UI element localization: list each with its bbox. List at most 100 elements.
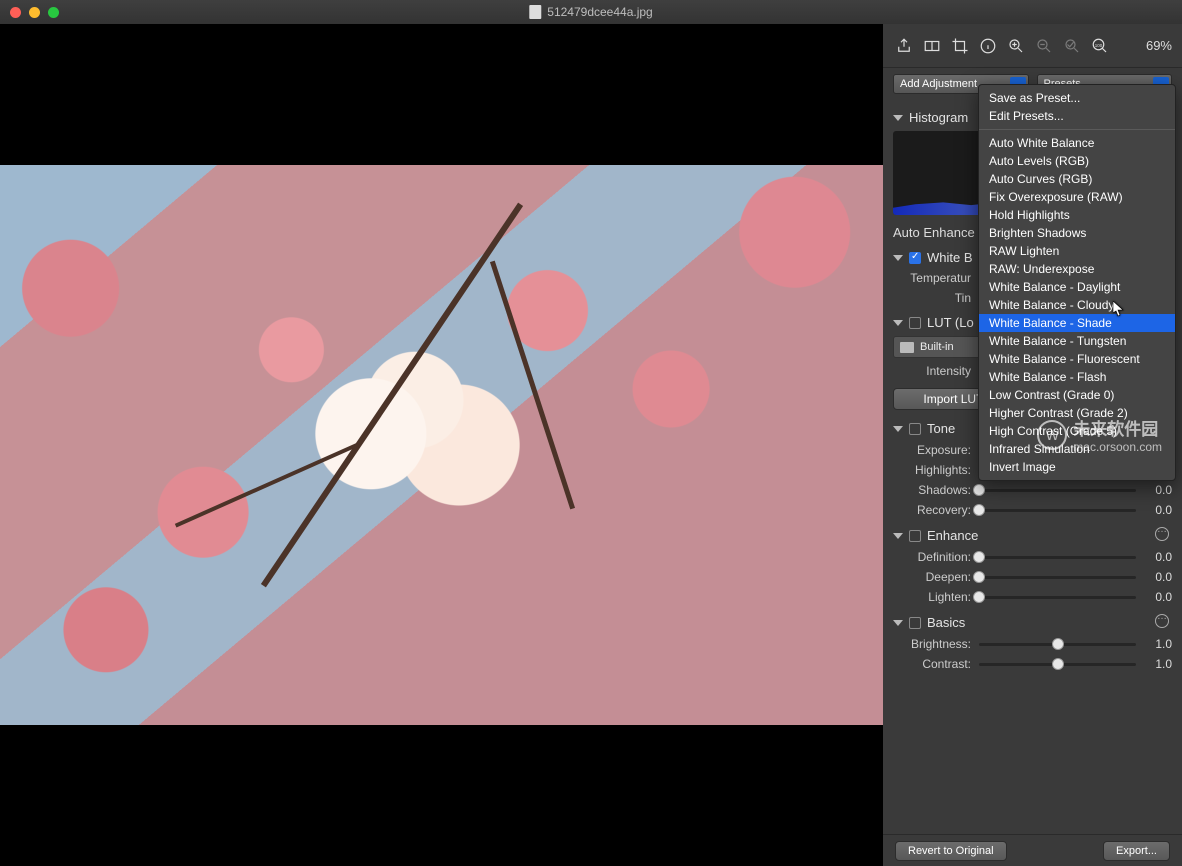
shadows-slider[interactable]: [979, 489, 1136, 492]
definition-slider[interactable]: [979, 556, 1136, 559]
brightness-label: Brightness:: [893, 637, 971, 651]
disclosure-triangle-icon: [893, 620, 903, 626]
disclosure-triangle-icon: [893, 255, 903, 261]
window-controls: [10, 7, 59, 18]
compare-icon[interactable]: [921, 35, 943, 57]
preset-menu-item[interactable]: White Balance - Shade: [979, 314, 1175, 332]
basics-checkbox[interactable]: [909, 617, 921, 629]
intensity-label: Intensity: [893, 364, 971, 378]
brightness-value: 1.0: [1144, 637, 1172, 651]
disclosure-triangle-icon: [893, 533, 903, 539]
zoom-fit-icon[interactable]: [1061, 35, 1083, 57]
tint-label: Tin: [893, 291, 971, 305]
close-window-button[interactable]: [10, 7, 21, 18]
disclosure-triangle-icon: [893, 426, 903, 432]
exposure-label: Exposure:: [893, 443, 971, 457]
folder-icon: [900, 342, 914, 353]
contrast-value: 1.0: [1144, 657, 1172, 671]
disclosure-triangle-icon: [893, 115, 903, 121]
preset-menu-item[interactable]: Save as Preset...: [979, 89, 1175, 107]
preset-menu-item[interactable]: Edit Presets...: [979, 107, 1175, 125]
enhance-checkbox[interactable]: [909, 530, 921, 542]
slider-thumb[interactable]: [973, 504, 985, 516]
preset-menu-item[interactable]: RAW: Underexpose: [979, 260, 1175, 278]
filename-label: 512479dcee44a.jpg: [547, 5, 652, 19]
preset-menu-item[interactable]: RAW Lighten: [979, 242, 1175, 260]
crop-icon[interactable]: [949, 35, 971, 57]
preset-menu-item[interactable]: Auto White Balance: [979, 134, 1175, 152]
sidebar-toolbar: 100 69%: [883, 24, 1182, 68]
preset-menu-item[interactable]: White Balance - Flash: [979, 368, 1175, 386]
contrast-slider-row: Contrast: 1.0: [893, 657, 1172, 671]
slider-thumb[interactable]: [1052, 658, 1064, 670]
preset-menu-item[interactable]: Fix Overexposure (RAW): [979, 188, 1175, 206]
slider-thumb[interactable]: [1052, 638, 1064, 650]
minimize-window-button[interactable]: [29, 7, 40, 18]
recovery-slider-row: Recovery: 0.0: [893, 503, 1172, 517]
slider-thumb[interactable]: [973, 484, 985, 496]
recovery-value: 0.0: [1144, 503, 1172, 517]
white-balance-checkbox[interactable]: [909, 252, 921, 264]
zoom-100-icon[interactable]: 100: [1089, 35, 1111, 57]
more-icon: [1155, 527, 1169, 541]
revert-button[interactable]: Revert to Original: [895, 841, 1007, 861]
basics-section-header[interactable]: Basics: [893, 614, 1172, 631]
preset-menu-item[interactable]: Hold Highlights: [979, 206, 1175, 224]
shadows-label: Shadows:: [893, 483, 971, 497]
image-canvas[interactable]: [0, 24, 883, 866]
disclosure-triangle-icon: [893, 320, 903, 326]
more-icon: [1155, 614, 1169, 628]
lighten-label: Lighten:: [893, 590, 971, 604]
deepen-value: 0.0: [1144, 570, 1172, 584]
deepen-slider-row: Deepen: 0.0: [893, 570, 1172, 584]
definition-slider-row: Definition: 0.0: [893, 550, 1172, 564]
enhance-section-header[interactable]: Enhance: [893, 527, 1172, 544]
zoom-in-icon[interactable]: [1005, 35, 1027, 57]
adjustments-sidebar: 100 69% Add Adjustment⌄ Presets⌄ Histogr…: [883, 24, 1182, 866]
deepen-label: Deepen:: [893, 570, 971, 584]
tone-checkbox[interactable]: [909, 423, 921, 435]
slider-thumb[interactable]: [973, 551, 985, 563]
cursor-icon: [1113, 301, 1125, 317]
slider-thumb[interactable]: [973, 591, 985, 603]
info-icon[interactable]: [977, 35, 999, 57]
preset-menu-item[interactable]: White Balance - Tungsten: [979, 332, 1175, 350]
lighten-value: 0.0: [1144, 590, 1172, 604]
definition-label: Definition:: [893, 550, 971, 564]
slider-thumb[interactable]: [973, 571, 985, 583]
watermark: W 未来软件园 mac.orsoon.com: [1037, 415, 1162, 454]
deepen-slider[interactable]: [979, 576, 1136, 579]
export-button[interactable]: Export...: [1103, 841, 1170, 861]
menu-separator: [979, 129, 1175, 130]
zoom-window-button[interactable]: [48, 7, 59, 18]
contrast-slider[interactable]: [979, 663, 1136, 666]
preset-menu-item[interactable]: White Balance - Daylight: [979, 278, 1175, 296]
contrast-label: Contrast:: [893, 657, 971, 671]
svg-text:100: 100: [1095, 42, 1103, 47]
lut-checkbox[interactable]: [909, 317, 921, 329]
lighten-slider[interactable]: [979, 596, 1136, 599]
preset-menu-item[interactable]: Auto Levels (RGB): [979, 152, 1175, 170]
zoom-out-icon[interactable]: [1033, 35, 1055, 57]
shadows-slider-row: Shadows: 0.0: [893, 483, 1172, 497]
preset-menu-item[interactable]: Low Contrast (Grade 0): [979, 386, 1175, 404]
preset-menu-item[interactable]: Brighten Shadows: [979, 224, 1175, 242]
preset-menu-item[interactable]: Invert Image: [979, 458, 1175, 476]
basics-more-button[interactable]: [1152, 614, 1172, 631]
preset-menu-item[interactable]: Auto Curves (RGB): [979, 170, 1175, 188]
sidebar-footer: Revert to Original Export...: [883, 834, 1182, 866]
preset-menu-item[interactable]: White Balance - Fluorescent: [979, 350, 1175, 368]
brightness-slider[interactable]: [979, 643, 1136, 646]
zoom-level-label: 69%: [1146, 38, 1172, 53]
recovery-slider[interactable]: [979, 509, 1136, 512]
enhance-more-button[interactable]: [1152, 527, 1172, 544]
preset-menu-item[interactable]: White Balance - Cloudy: [979, 296, 1175, 314]
window-titlebar: 512479dcee44a.jpg: [0, 0, 1182, 24]
share-icon[interactable]: [893, 35, 915, 57]
recovery-label: Recovery:: [893, 503, 971, 517]
window-title: 512479dcee44a.jpg: [529, 5, 652, 19]
lighten-slider-row: Lighten: 0.0: [893, 590, 1172, 604]
document-icon: [529, 5, 541, 19]
highlights-label: Highlights:: [893, 463, 971, 477]
definition-value: 0.0: [1144, 550, 1172, 564]
